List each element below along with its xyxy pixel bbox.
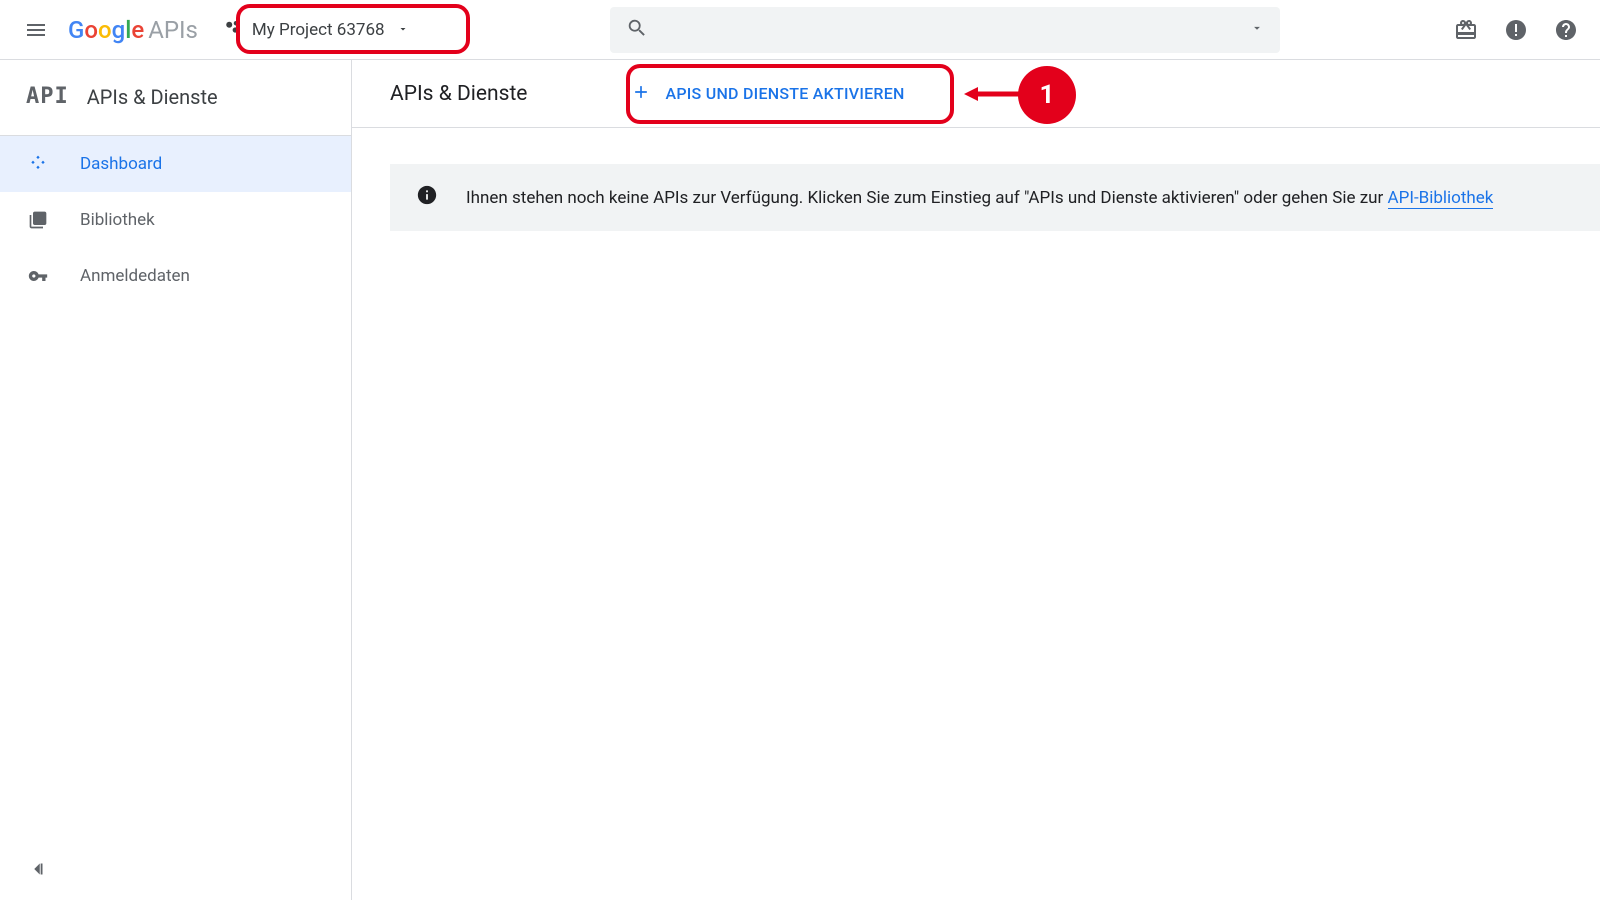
- api-library-link[interactable]: API-Bibliothek: [1388, 188, 1494, 209]
- plus-icon: [631, 82, 651, 106]
- product-logo[interactable]: Google APIs: [68, 16, 198, 44]
- chevron-left-icon: [26, 858, 48, 880]
- hamburger-icon: [24, 18, 48, 42]
- key-icon: [26, 266, 50, 286]
- sidebar-item-label: Dashboard: [80, 154, 162, 174]
- project-name-label: My Project 63768: [252, 20, 385, 40]
- page-title: APIs & Dienste: [390, 82, 527, 106]
- search-icon: [626, 17, 648, 43]
- search-input[interactable]: [664, 20, 1250, 39]
- chevron-down-icon: [397, 20, 409, 40]
- api-logo-icon: API: [26, 84, 69, 109]
- sidebar-item-label: Bibliothek: [80, 210, 155, 230]
- sidebar-item-credentials[interactable]: Anmeldedaten: [0, 248, 351, 304]
- info-icon: [416, 184, 438, 211]
- sidebar-item-label: Anmeldedaten: [80, 266, 190, 286]
- sidebar-nav: Dashboard Bibliothek Anmeldedaten: [0, 136, 351, 304]
- sidebar: API APIs & Dienste Dashboard Bibliothek: [0, 60, 352, 900]
- search-bar[interactable]: [610, 7, 1280, 53]
- info-text: Ihnen stehen noch keine APIs zur Verfügu…: [466, 188, 1493, 208]
- notifications-button[interactable]: [1502, 16, 1530, 44]
- sidebar-header: API APIs & Dienste: [0, 70, 351, 136]
- activate-apis-button[interactable]: APIS UND DIENSTE AKTIVIEREN: [617, 74, 918, 114]
- help-icon: [1554, 18, 1578, 42]
- body: API APIs & Dienste Dashboard Bibliothek: [0, 60, 1600, 900]
- main-header: APIs & Dienste APIS UND DIENSTE AKTIVIER…: [352, 60, 1600, 128]
- sidebar-item-dashboard[interactable]: Dashboard: [0, 136, 351, 192]
- header-actions: [1452, 16, 1580, 44]
- project-icon: [224, 18, 242, 41]
- menu-hamburger-button[interactable]: [12, 6, 60, 54]
- collapse-sidebar-button[interactable]: [26, 858, 48, 884]
- sidebar-item-library[interactable]: Bibliothek: [0, 192, 351, 248]
- alert-icon: [1504, 18, 1528, 42]
- gift-icon: [1454, 18, 1478, 42]
- search-dropdown-icon[interactable]: [1250, 20, 1264, 39]
- project-selector[interactable]: My Project 63768: [210, 10, 423, 49]
- info-banner: Ihnen stehen noch keine APIs zur Verfügu…: [390, 164, 1600, 231]
- sidebar-section-title: APIs & Dienste: [87, 85, 218, 109]
- activate-button-label: APIS UND DIENSTE AKTIVIEREN: [665, 84, 904, 103]
- google-logo-text: Google: [68, 16, 144, 44]
- library-icon: [26, 210, 50, 230]
- top-header: Google APIs My Project 63768: [0, 0, 1600, 60]
- help-button[interactable]: [1552, 16, 1580, 44]
- info-text-prefix: Ihnen stehen noch keine APIs zur Verfügu…: [466, 188, 1388, 208]
- main-content: APIs & Dienste APIS UND DIENSTE AKTIVIER…: [352, 60, 1600, 900]
- dashboard-icon: [26, 154, 50, 174]
- product-suffix: APIs: [148, 16, 198, 44]
- gift-button[interactable]: [1452, 16, 1480, 44]
